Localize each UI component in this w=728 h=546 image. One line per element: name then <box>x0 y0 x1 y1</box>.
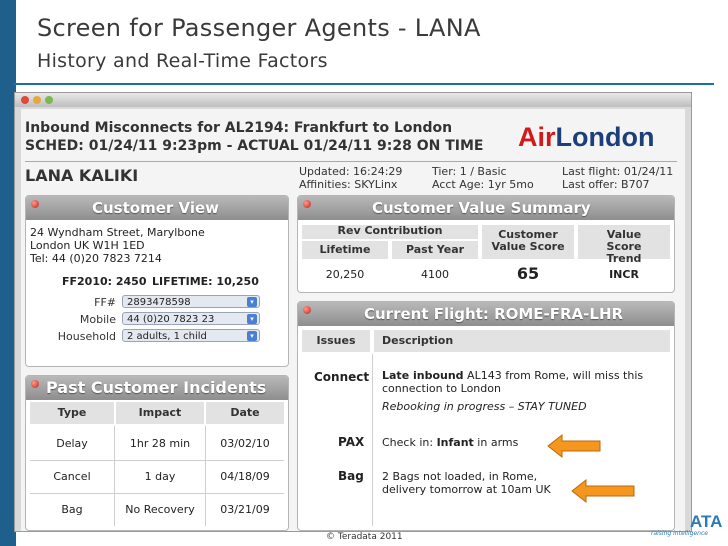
bag-arrow-icon <box>571 478 635 504</box>
past-year-value: 4100 <box>421 268 449 281</box>
passenger-affinities: Affinities: SKYLinx <box>299 178 398 191</box>
passenger-last-offer: Last offer: B707 <box>562 178 650 191</box>
connect-label: Connect <box>314 370 370 384</box>
customer-view-title: Customer View <box>92 199 220 217</box>
household-label: Household <box>57 330 116 343</box>
panel-close-icon[interactable] <box>31 200 39 208</box>
slide-title: Screen for Passenger Agents - LANA <box>37 14 481 42</box>
app-content: Inbound Misconnects for AL2194: Frankfur… <box>21 109 685 531</box>
incident-impact: 1 day <box>144 470 176 483</box>
incidents-title-bar: Past Customer Incidents <box>26 376 288 400</box>
brand-logo: ATA <box>690 512 723 531</box>
incident-type: Cancel <box>53 470 91 483</box>
incident-impact: 1hr 28 min <box>129 437 191 450</box>
incidents-panel: Past Customer Incidents Type Impact Date… <box>25 375 289 531</box>
lifetime-header: Lifetime <box>302 241 388 259</box>
bag-description-line2: delivery tomorrow at 10am UK <box>382 483 551 496</box>
schedule-header: SCHED: 01/24/11 9:23pm - ACTUAL 01/24/11… <box>25 138 484 154</box>
title-rule <box>14 83 714 85</box>
customer-value-score: 65 <box>516 264 540 283</box>
maximize-icon[interactable] <box>45 96 53 104</box>
value-summary-panel: Customer Value Summary Rev Contribution … <box>297 195 675 293</box>
pax-arrow-icon <box>547 433 601 459</box>
issues-divider <box>372 354 373 526</box>
rev-contribution-header: Rev Contribution <box>302 225 478 239</box>
misconnect-header: Inbound Misconnects for AL2194: Frankfur… <box>25 120 453 136</box>
address-line-1: 24 Wyndham Street, Marylbone <box>30 226 205 239</box>
current-flight-title: Current Flight: ROME-FRA-LHR <box>364 305 624 323</box>
chevron-down-icon: ▾ <box>247 314 257 324</box>
close-icon[interactable] <box>21 96 29 104</box>
pax-description: Check in: Infant in arms <box>382 436 519 449</box>
airlondon-logo: AirLondon <box>518 122 655 152</box>
mobile-label: Mobile <box>79 313 116 326</box>
passenger-tier: Tier: 1 / Basic <box>432 165 507 178</box>
value-score-trend-header: Value Score Trend <box>578 225 670 265</box>
bag-label: Bag <box>338 469 364 483</box>
copyright-footer: © Teradata 2011 <box>326 532 403 542</box>
issues-header: Issues <box>302 330 370 352</box>
address-line-2: London UK W1H 1ED <box>30 239 145 252</box>
customer-view-panel: Customer View 24 Wyndham Street, Marylbo… <box>25 195 289 367</box>
header-divider <box>25 161 677 162</box>
telephone: Tel: 44 (0)20 7823 7214 <box>30 252 162 265</box>
mobile-select[interactable]: 44 (0)20 7823 23 ▾ <box>122 312 260 325</box>
incident-type: Delay <box>56 437 88 450</box>
impact-header: Impact <box>116 402 204 424</box>
slide-subtitle: History and Real-Time Factors <box>37 50 328 72</box>
description-header: Description <box>374 330 670 352</box>
passenger-last-flight: Last flight: 01/24/11 <box>562 165 674 178</box>
household-select[interactable]: 2 adults, 1 child ▾ <box>122 329 260 342</box>
current-flight-title-bar: Current Flight: ROME-FRA-LHR <box>298 302 674 326</box>
customer-view-title-bar: Customer View <box>26 196 288 220</box>
window-titlebar <box>15 93 691 107</box>
lifetime-value: 20,250 <box>325 268 365 281</box>
incident-date: 04/18/09 <box>220 470 270 483</box>
brand-tagline: raising intelligence <box>651 530 708 537</box>
incidents-title: Past Customer Incidents <box>46 378 267 397</box>
connect-description-line2: connection to London <box>382 382 501 395</box>
ff-number-label: FF# <box>94 296 116 309</box>
value-score-trend: INCR <box>609 268 639 281</box>
lifetime-points: LIFETIME: 10,250 <box>152 275 259 288</box>
type-header: Type <box>30 402 114 424</box>
date-header: Date <box>206 402 284 424</box>
incident-date: 03/02/10 <box>220 437 270 450</box>
panel-close-icon[interactable] <box>31 380 39 388</box>
incident-type: Bag <box>61 503 83 516</box>
value-summary-title-bar: Customer Value Summary <box>298 196 674 220</box>
passenger-name: LANA KALIKI <box>25 166 139 185</box>
panel-close-icon[interactable] <box>303 200 311 208</box>
pax-label: PAX <box>338 435 365 449</box>
passenger-updated: Updated: 16:24:29 <box>299 165 403 178</box>
past-year-header: Past Year <box>392 241 478 259</box>
bag-description: 2 Bags not loaded, in Rome, <box>382 470 538 483</box>
incident-date: 03/21/09 <box>220 503 270 516</box>
ff2010-points: FF2010: 2450 <box>62 275 147 288</box>
chevron-down-icon: ▾ <box>247 297 257 307</box>
minimize-icon[interactable] <box>33 96 41 104</box>
value-summary-title: Customer Value Summary <box>372 199 591 217</box>
incident-impact: No Recovery <box>125 503 195 516</box>
customer-value-score-header: Customer Value Score <box>482 225 574 259</box>
rebooking-status: Rebooking in progress – STAY TUNED <box>382 400 587 413</box>
ff-number-select[interactable]: 2893478598 ▾ <box>122 295 260 308</box>
app-window: Inbound Misconnects for AL2194: Frankfur… <box>14 92 692 532</box>
passenger-acct-age: Acct Age: 1yr 5mo <box>432 178 534 191</box>
chevron-down-icon: ▾ <box>247 331 257 341</box>
panel-close-icon[interactable] <box>303 306 311 314</box>
connect-description: Late inbound AL143 from Rome, will miss … <box>382 369 644 382</box>
